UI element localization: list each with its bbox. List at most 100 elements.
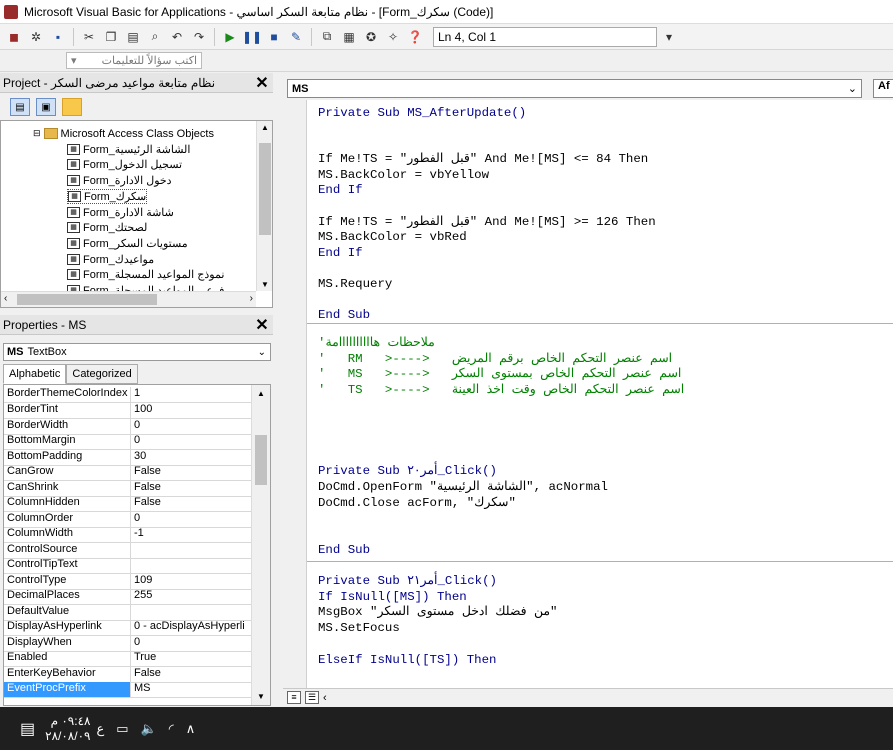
chevron-up-icon[interactable]: ▲ <box>261 123 269 132</box>
insert-icon[interactable]: ✲ <box>26 27 46 47</box>
wifi-icon[interactable]: ◜ <box>169 721 174 737</box>
chevron-down-icon[interactable]: ⌄ <box>258 347 266 358</box>
chevron-down-icon[interactable]: ▼ <box>257 692 265 701</box>
tree-item[interactable]: ▦ Form_نموذج المواعيد المسجلة <box>67 267 224 282</box>
pause-icon[interactable]: ❚❚ <box>242 27 262 47</box>
property-row[interactable]: DecimalPlaces 255 <box>4 589 251 605</box>
toolbox-icon[interactable]: ✧ <box>383 27 403 47</box>
property-value[interactable]: False <box>131 496 251 511</box>
run-icon[interactable]: ▶ <box>220 27 240 47</box>
property-value[interactable] <box>131 558 251 573</box>
property-value[interactable]: 0 - acDisplayAsHyperli <box>131 620 251 635</box>
tree-vertical-scrollbar[interactable]: ▲ ▼ <box>256 121 272 291</box>
clock[interactable]: ٠٩:٤٨ م ٢٨/٠٨/٠٩ <box>45 714 90 744</box>
design-mode-icon[interactable]: ✎ <box>286 27 306 47</box>
view-code-icon[interactable]: ▤ <box>10 98 30 116</box>
property-value[interactable]: 0 <box>131 434 251 449</box>
property-value[interactable]: True <box>131 651 251 666</box>
tab-categorized[interactable]: Categorized <box>66 364 138 384</box>
property-row[interactable]: DisplayAsHyperlink 0 - acDisplayAsHyperli <box>4 620 251 636</box>
stop-icon[interactable]: ■ <box>264 27 284 47</box>
undo-icon[interactable]: ↶ <box>167 27 187 47</box>
property-value[interactable]: MS <box>131 682 251 697</box>
property-row[interactable]: DefaultValue <box>4 605 251 621</box>
volume-icon[interactable]: 🔈 <box>141 721 157 737</box>
collapse-icon[interactable]: ⊟ <box>33 128 41 139</box>
battery-icon[interactable]: ▭ <box>116 721 128 737</box>
property-row[interactable]: ColumnHidden False <box>4 496 251 512</box>
tree-folder[interactable]: ⊟ Microsoft Access Class Objects <box>33 126 214 141</box>
property-row[interactable]: BottomPadding 30 <box>4 450 251 466</box>
property-value[interactable]: 0 <box>131 512 251 527</box>
notification-icon[interactable]: ▤ <box>20 719 35 739</box>
close-icon[interactable]: ✕ <box>253 74 271 92</box>
copy-icon[interactable]: ❐ <box>101 27 121 47</box>
property-row[interactable]: ColumnOrder 0 <box>4 512 251 528</box>
tree-item[interactable]: ▦ Form_شاشة الادارة <box>67 205 174 220</box>
property-value[interactable]: False <box>131 667 251 682</box>
tree-item[interactable]: ▦ Form_تسجيل الدخول <box>67 157 182 172</box>
tree-item[interactable]: ▦ Form_لصحتك <box>67 220 147 235</box>
property-value[interactable]: 0 <box>131 636 251 651</box>
property-value[interactable] <box>131 543 251 558</box>
property-row[interactable]: ControlSource <box>4 543 251 559</box>
language-indicator[interactable]: ع <box>96 721 104 737</box>
save-icon[interactable]: ▪ <box>48 27 68 47</box>
chevron-down-icon[interactable]: ⌄ <box>848 82 857 95</box>
property-row[interactable]: BorderWidth 0 <box>4 419 251 435</box>
procedure-combo[interactable]: Af <box>873 79 893 98</box>
paste-icon[interactable]: ▤ <box>123 27 143 47</box>
toggle-folders-icon[interactable] <box>62 98 82 116</box>
code-editor[interactable]: Private Sub MS_AfterUpdate() If Me!TS = … <box>283 100 893 688</box>
chevron-down-icon[interactable]: ▾ <box>71 54 77 67</box>
property-value[interactable]: False <box>131 465 251 480</box>
properties-window-icon[interactable]: ▦ <box>339 27 359 47</box>
chevron-right-icon[interactable]: › <box>250 293 253 304</box>
tree-item[interactable]: ▦ Form_مواعيدك <box>67 252 154 267</box>
full-module-view-icon[interactable]: ☰ <box>305 691 319 704</box>
property-value[interactable]: False <box>131 481 251 496</box>
property-value[interactable]: 255 <box>131 589 251 604</box>
help-search-input[interactable]: ▾ اكتب سؤالاً للتعليمات <box>66 52 202 69</box>
chevron-left-icon[interactable]: ‹ <box>323 692 327 704</box>
scroll-thumb[interactable] <box>259 143 271 235</box>
redo-icon[interactable]: ↷ <box>189 27 209 47</box>
property-row[interactable]: CanGrow False <box>4 465 251 481</box>
find-icon[interactable]: ⌕ <box>145 27 165 47</box>
procedure-view-icon[interactable]: ≡ <box>287 691 301 704</box>
tree-item-selected[interactable]: ▦ Form_سكرك <box>67 189 148 204</box>
property-value[interactable]: 109 <box>131 574 251 589</box>
tree-item[interactable]: ▦ Form_الشاشة الرئيسية <box>67 142 190 157</box>
property-row[interactable]: DisplayWhen 0 <box>4 636 251 652</box>
tab-alphabetic[interactable]: Alphabetic <box>3 364 67 384</box>
object-combo[interactable]: MS ⌄ <box>287 79 862 98</box>
properties-scrollbar[interactable]: ▲ ▼ <box>251 385 270 705</box>
tree-item[interactable]: ▦ Form_مستويات السكر <box>67 236 188 251</box>
tree-horizontal-scrollbar[interactable]: ‹ › <box>1 291 256 307</box>
property-row[interactable]: EnterKeyBehavior False <box>4 667 251 683</box>
toolbar-overflow-icon[interactable]: ▾ <box>659 27 679 47</box>
property-row[interactable]: BorderThemeColorIndex 1 <box>4 387 251 403</box>
chevron-up-icon[interactable]: ▲ <box>257 389 265 398</box>
property-row[interactable]: ControlType 109 <box>4 574 251 590</box>
property-row-selected[interactable]: EventProcPrefix MS <box>4 682 251 698</box>
project-explorer-icon[interactable]: ⧉ <box>317 27 337 47</box>
property-value[interactable] <box>131 605 251 620</box>
property-value[interactable]: 1 <box>131 387 251 402</box>
cut-icon[interactable]: ✂ <box>79 27 99 47</box>
chevron-up-icon[interactable]: ∧ <box>186 721 196 737</box>
property-row[interactable]: CanShrink False <box>4 481 251 497</box>
help-icon[interactable]: ❓ <box>405 27 425 47</box>
property-row[interactable]: BorderTint 100 <box>4 403 251 419</box>
property-row[interactable]: ControlTipText <box>4 558 251 574</box>
close-icon[interactable]: ✕ <box>253 316 271 334</box>
property-value[interactable]: 0 <box>131 419 251 434</box>
property-row[interactable]: ColumnWidth -1 <box>4 527 251 543</box>
chevron-down-icon[interactable]: ▼ <box>261 280 269 289</box>
view-object-icon[interactable]: ▣ <box>36 98 56 116</box>
object-select[interactable]: MS TextBox ⌄ <box>3 343 271 361</box>
tree-item[interactable]: ▦ Form_دخول الادارة <box>67 173 172 188</box>
property-row[interactable]: Enabled True <box>4 651 251 667</box>
object-browser-icon[interactable]: ✪ <box>361 27 381 47</box>
access-icon[interactable]: ◼ <box>4 27 24 47</box>
